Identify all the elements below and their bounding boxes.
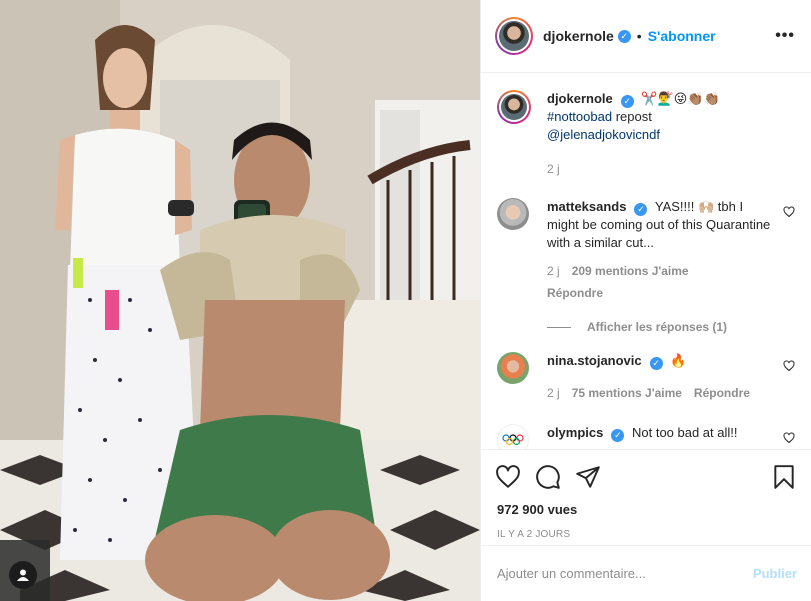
commenter-avatar[interactable] [497,424,529,449]
post-media[interactable] [0,0,480,601]
user-tag-icon [17,569,29,581]
comments-list[interactable]: djokernole ✓ ✂️💇‍♂️😜👏🏽👏🏽 #nottoobad repos… [481,74,811,449]
caption-text: repost [615,109,652,124]
comment-likes[interactable]: 209 mentions J'aime [572,262,689,280]
comment-time[interactable]: 2 j [547,384,560,402]
caption-emoji: ✂️💇‍♂️😜👏🏽👏🏽 [641,91,720,106]
verified-icon: ✓ [617,29,631,43]
user-tag-button[interactable] [9,561,37,589]
caption-mention[interactable]: @jelenadjokovicndf [547,127,660,142]
add-comment-bar: Publier [481,545,811,601]
share-icon[interactable] [575,464,601,490]
post-sidebar: djokernole ✓ • S'abonner ••• djokernole ✓… [480,0,811,601]
view-replies-label: Afficher les réponses (1) [587,320,728,334]
comment-author[interactable]: nina.stojanovic [547,353,642,368]
comment-icon[interactable] [535,464,561,490]
follow-button[interactable]: S'abonner [648,28,716,44]
publish-button[interactable]: Publier [753,566,797,581]
comment-text: 🔥 [670,353,687,368]
caption-author[interactable]: djokernole [547,91,613,106]
post-header: djokernole ✓ • S'abonner ••• [481,0,811,73]
caption-time[interactable]: 2 j [547,160,560,178]
comment-author[interactable]: olympics [547,425,603,440]
post-actions: 972 900 vues IL Y A 2 JOURS [481,449,811,540]
commenter-avatar[interactable] [497,198,529,230]
comment-author[interactable]: matteksands [547,199,626,214]
heart-small-icon[interactable] [783,206,795,218]
post-photo [0,0,480,601]
more-options-icon[interactable]: ••• [775,27,795,45]
comment-time[interactable]: 2 j [547,262,560,280]
comment-input[interactable] [497,566,753,581]
view-replies-button[interactable]: Afficher les réponses (1) [547,320,795,334]
view-count[interactable]: 972 900 vues [497,502,797,517]
verified-icon: ✓ [634,202,648,216]
heart-small-icon[interactable] [783,360,795,372]
comment-text: Not too bad at all!! [631,425,738,440]
post-timestamp[interactable]: IL Y A 2 JOURS [497,529,797,540]
reply-button[interactable]: Répondre [694,384,750,402]
caption-hashtag[interactable]: #nottoobad [547,109,612,124]
like-icon[interactable] [495,464,521,490]
verified-icon: ✓ [649,356,663,370]
comment-item: olympics ✓ Not too bad at all!! [497,424,795,449]
reply-button[interactable]: Répondre [547,284,603,302]
author-username[interactable]: djokernole [543,28,614,44]
separator-dot: • [636,28,642,44]
author-avatar[interactable] [495,17,533,55]
commenter-avatar[interactable] [497,352,529,384]
save-icon[interactable] [771,464,797,490]
heart-small-icon[interactable] [783,432,795,444]
caption: djokernole ✓ ✂️💇‍♂️😜👏🏽👏🏽 #nottoobad repos… [497,90,795,178]
olympic-rings-icon [502,434,524,446]
comment-likes[interactable]: 75 mentions J'aime [572,384,682,402]
comment-item: nina.stojanovic ✓ 🔥 2 j 75 mentions J'aim… [497,352,795,402]
comment-item: matteksands ✓ YAS!!!! 🙌🏼 tbh I might be c… [497,198,795,302]
caption-avatar[interactable] [497,90,531,124]
verified-icon: ✓ [620,94,634,108]
verified-icon: ✓ [611,428,625,442]
